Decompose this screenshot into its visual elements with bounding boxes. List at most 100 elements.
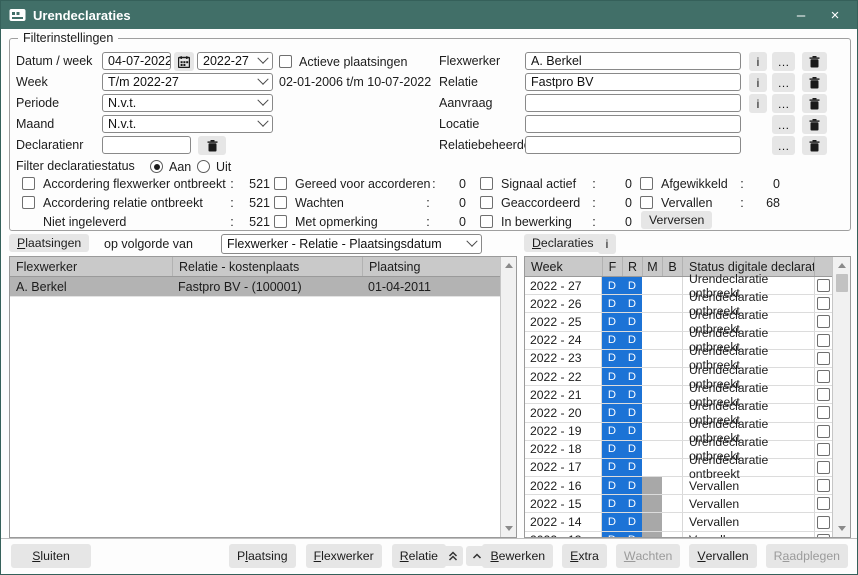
radio-aan[interactable]: [150, 160, 163, 173]
flexwerker-button[interactable]: Flexwerker: [306, 544, 382, 568]
status-filter-checkbox[interactable]: [480, 196, 493, 209]
bewerken-button[interactable]: Bewerken: [482, 544, 553, 568]
col-relatie-kostenplaats[interactable]: Relatie - kostenplaats: [172, 257, 362, 276]
status-filter-checkbox[interactable]: [480, 215, 493, 228]
locatie-browse-button[interactable]: …: [772, 115, 795, 134]
relatie-input[interactable]: Fastpro BV: [525, 73, 741, 91]
actieve-plaatsingen-checkbox[interactable]: [279, 55, 292, 68]
row-checkbox[interactable]: [817, 534, 830, 537]
status-filter-checkbox[interactable]: [22, 177, 35, 190]
periode-select[interactable]: N.v.t.: [102, 94, 273, 112]
status-filter-checkbox[interactable]: [480, 177, 493, 190]
row-checkbox[interactable]: [817, 461, 830, 474]
close-button[interactable]: ×: [821, 4, 849, 26]
row-checkbox[interactable]: [817, 425, 830, 438]
row-checkbox[interactable]: [817, 334, 830, 347]
relatie-clear-button[interactable]: [802, 73, 827, 92]
row-checkbox[interactable]: [817, 352, 830, 365]
tab-declaraties[interactable]: Declaraties: [524, 234, 602, 252]
relatie-button[interactable]: Relatie: [392, 544, 446, 568]
declaratie-row[interactable]: 2022 - 16 D D Vervallen: [525, 477, 832, 495]
col-b[interactable]: B: [662, 257, 682, 276]
row-checkbox[interactable]: [817, 406, 830, 419]
scrollbar-up-arrow[interactable]: [838, 263, 846, 268]
relatie-info-button[interactable]: i: [749, 73, 767, 92]
sluiten-button[interactable]: Sluiten: [11, 544, 91, 568]
flexwerker-accord-cell: D: [602, 313, 622, 330]
date-input[interactable]: 04-07-2022: [102, 52, 171, 70]
plaatsing-row[interactable]: A. Berkel Fastpro BV - (100001) 01-04-20…: [10, 277, 500, 297]
week-select[interactable]: 2022-27: [197, 52, 273, 70]
maand-select[interactable]: N.v.t.: [102, 115, 273, 133]
calendar-button[interactable]: [174, 52, 194, 71]
radio-uit[interactable]: [197, 160, 210, 173]
row-checkbox[interactable]: [817, 516, 830, 529]
col-plaatsing[interactable]: Plaatsing: [362, 257, 500, 276]
scrollbar-up-arrow[interactable]: [505, 263, 513, 268]
flexwerker-clear-button[interactable]: [802, 52, 827, 71]
col-r[interactable]: R: [622, 257, 642, 276]
status-filter-checkbox[interactable]: [274, 196, 287, 209]
row-checkbox[interactable]: [817, 388, 830, 401]
relatie-browse-button[interactable]: …: [772, 73, 795, 92]
row-checkbox[interactable]: [817, 497, 830, 510]
col-f[interactable]: F: [602, 257, 622, 276]
col-flexwerker[interactable]: Flexwerker: [10, 257, 172, 276]
aanvraag-clear-button[interactable]: [802, 94, 827, 113]
extra-button[interactable]: Extra: [562, 544, 607, 568]
row-checkbox[interactable]: [817, 370, 830, 383]
minimize-button[interactable]: –: [787, 4, 815, 26]
tab-plaatsingen[interactable]: Plaatsingen: [9, 234, 89, 252]
verversen-button[interactable]: Verversen: [641, 211, 712, 229]
scrollbar-down-arrow[interactable]: [505, 526, 513, 531]
plaatsing-button[interactable]: Plaatsing: [229, 544, 296, 568]
status-filter-checkbox[interactable]: [274, 215, 287, 228]
flexwerker-info-button[interactable]: i: [749, 52, 767, 71]
week-range-select[interactable]: T/m 2022-27: [102, 73, 273, 91]
scrollbar-down-arrow[interactable]: [838, 526, 846, 531]
status-filter-checkbox[interactable]: [274, 177, 287, 190]
locatie-input[interactable]: [525, 115, 741, 133]
status-item: Geaccordeerd : 0: [480, 193, 632, 212]
raadplegen-button[interactable]: Raadplegen: [766, 544, 848, 568]
scrollbar-thumb[interactable]: [836, 274, 848, 292]
row-checkbox[interactable]: [817, 479, 830, 492]
row-checkbox[interactable]: [817, 279, 830, 292]
declaratienr-clear-button[interactable]: [198, 136, 226, 155]
col-week[interactable]: Week: [525, 257, 602, 276]
declaratie-row[interactable]: 2022 - 14 D D Vervallen: [525, 513, 832, 531]
declaraties-info-button[interactable]: i: [598, 234, 616, 254]
sort-select[interactable]: Flexwerker - Relatie - Plaatsingsdatum: [221, 234, 482, 254]
flexwerker-accord-cell: D: [602, 459, 622, 476]
vervallen-button[interactable]: Vervallen: [689, 544, 756, 568]
b-cell: [662, 368, 682, 385]
plaatsingen-table-header[interactable]: Flexwerker Relatie - kostenplaats Plaats…: [10, 257, 500, 277]
declaratie-row[interactable]: 2022 - 15 D D Vervallen: [525, 495, 832, 513]
relatiebeheerder-input[interactable]: [525, 136, 741, 154]
titlebar[interactable]: Urendeclaraties – ×: [1, 1, 857, 29]
aanvraag-input[interactable]: [525, 94, 741, 112]
relatiebeheerder-browse-button[interactable]: …: [772, 136, 795, 155]
actieve-plaatsingen-option[interactable]: Actieve plaatsingen: [279, 52, 407, 71]
locatie-clear-button[interactable]: [802, 115, 827, 134]
col-m[interactable]: M: [642, 257, 662, 276]
declaraties-scrollbar[interactable]: [832, 257, 850, 537]
flexwerker-browse-button[interactable]: …: [772, 52, 795, 71]
row-checkbox[interactable]: [817, 297, 830, 310]
scroll-top-button[interactable]: [442, 546, 463, 566]
flexwerker-input[interactable]: A. Berkel: [525, 52, 741, 70]
row-checkbox[interactable]: [817, 443, 830, 456]
declaratie-row[interactable]: 2022 - 13 D D Vervallen: [525, 532, 832, 537]
wachten-button[interactable]: Wachten: [616, 544, 681, 568]
declaratienr-input[interactable]: [102, 136, 191, 154]
aanvraag-info-button[interactable]: i: [749, 94, 767, 113]
relatiebeheerder-clear-button[interactable]: [802, 136, 827, 155]
declaratie-row[interactable]: 2022 - 17 D D Urendeclaratie ontbreekt: [525, 459, 832, 477]
plaatsingen-scrollbar[interactable]: [500, 257, 516, 537]
status-filter-checkbox[interactable]: [640, 196, 653, 209]
maand-label: Maand: [16, 117, 54, 131]
aanvraag-browse-button[interactable]: …: [772, 94, 795, 113]
row-checkbox[interactable]: [817, 315, 830, 328]
status-filter-checkbox[interactable]: [640, 177, 653, 190]
status-filter-checkbox[interactable]: [22, 196, 35, 209]
